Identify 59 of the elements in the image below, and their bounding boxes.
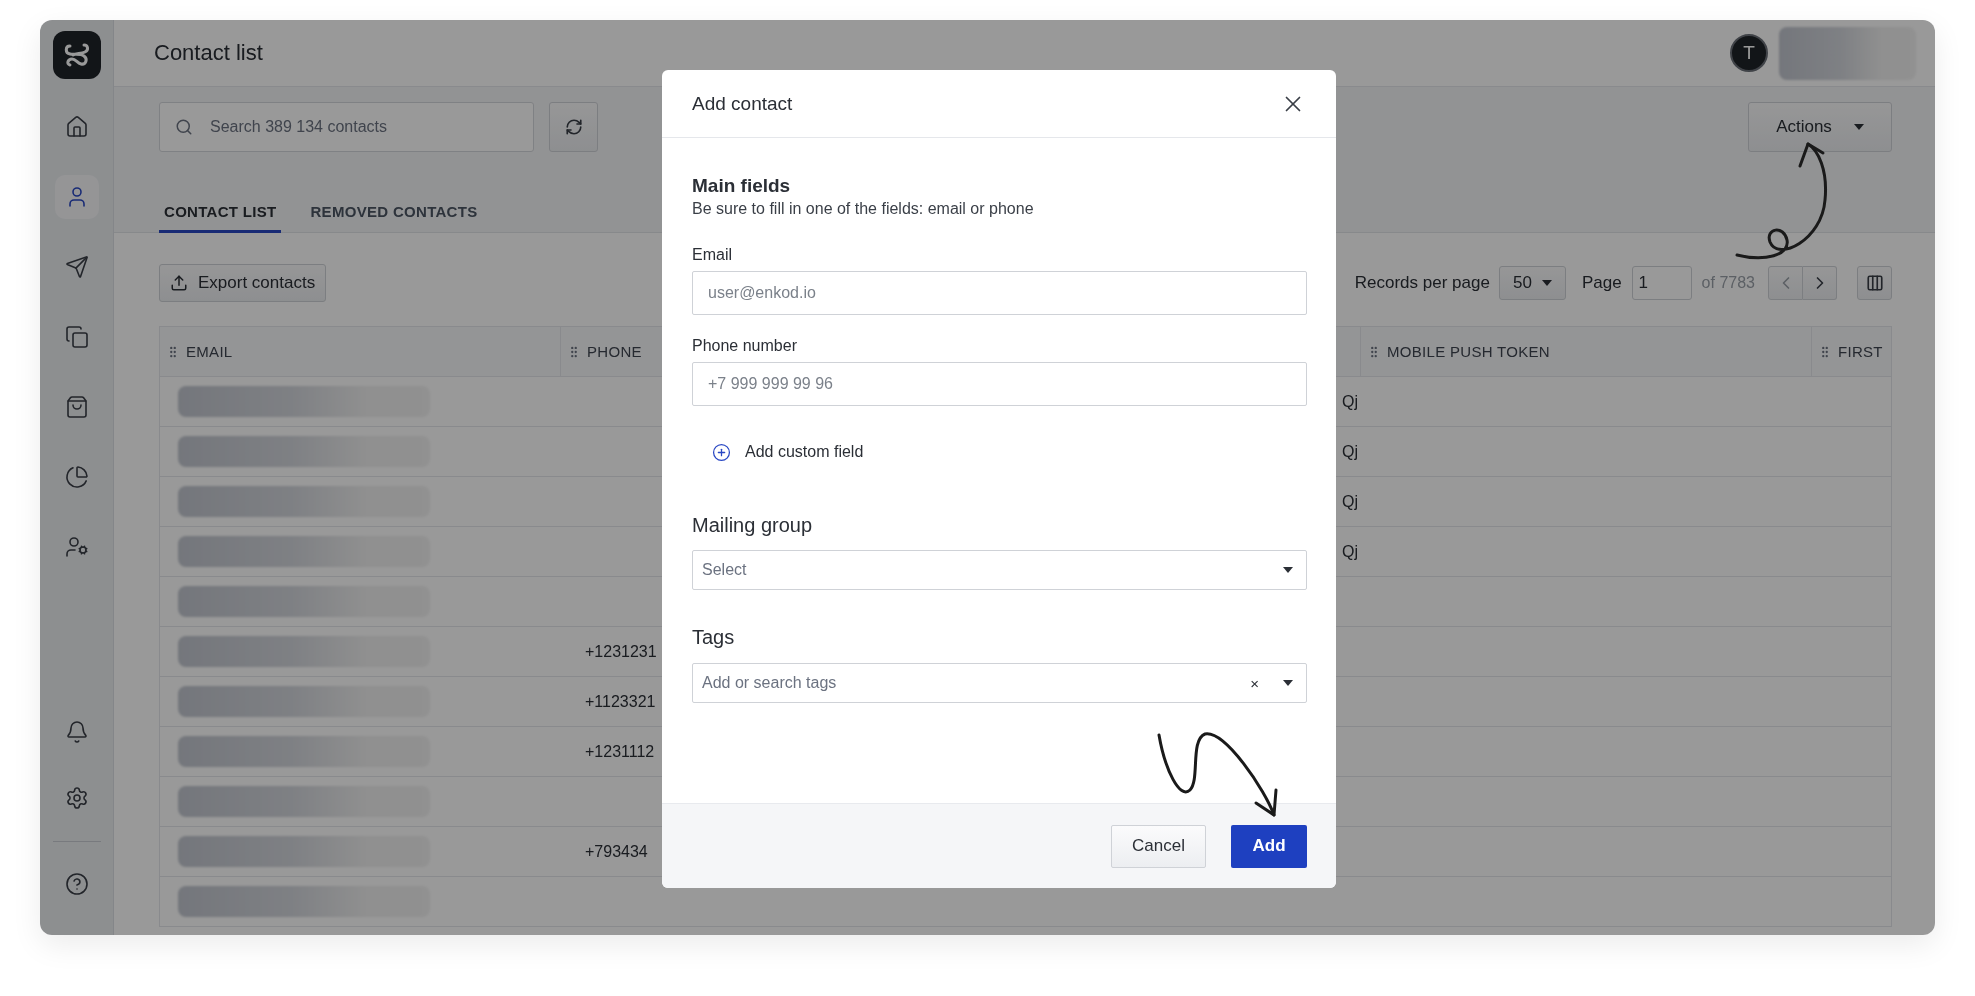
tab[interactable]: CONTACT LIST <box>159 190 282 233</box>
column-header[interactable]: EMAIL <box>160 327 561 377</box>
columns-button[interactable] <box>1857 266 1892 300</box>
search-field[interactable]: Search 389 134 contacts <box>159 102 534 152</box>
upload-icon <box>170 274 188 292</box>
export-button[interactable]: Export contacts <box>159 264 327 302</box>
column-header[interactable]: MOBILE PUSH TOKEN <box>1361 327 1812 377</box>
copy-icon <box>64 325 89 349</box>
user-gear-icon <box>64 535 89 559</box>
tags-field[interactable]: Add or search tags × <box>692 663 1307 703</box>
table-cell: +1123321 <box>585 692 656 711</box>
tab[interactable]: REMOVED CONTACTS <box>305 190 483 233</box>
bell-icon <box>64 720 89 744</box>
table-cell: Qj <box>1342 542 1358 561</box>
search-icon <box>175 118 193 136</box>
add-button[interactable]: Add <box>1231 824 1307 868</box>
add-custom-field-button[interactable]: Add custom field <box>692 440 864 464</box>
table-cell: +793434 <box>585 842 648 861</box>
select-field[interactable]: Select <box>692 550 1307 590</box>
page-label: Page <box>1581 273 1622 293</box>
refresh-icon <box>564 118 583 136</box>
plus-icon <box>712 442 731 462</box>
section-title: Main fields <box>692 174 792 198</box>
refresh-button[interactable] <box>549 102 598 152</box>
table-cell: +1231231 <box>585 642 657 661</box>
field-label: Tags <box>692 625 736 649</box>
page-total: of 7783 <box>1701 274 1755 292</box>
help-icon <box>64 872 89 896</box>
input-field[interactable]: +7 999 999 99 96 <box>692 362 1307 406</box>
caret-icon <box>1283 680 1293 686</box>
columns-icon <box>1865 274 1884 292</box>
records-label: Records per page <box>1354 273 1490 293</box>
field-label: Email <box>692 245 733 265</box>
logo-icon[interactable] <box>52 31 101 79</box>
caret-icon <box>1541 280 1552 286</box>
nav-item[interactable] <box>54 175 99 219</box>
shopping-bag-icon <box>64 395 89 419</box>
pie-chart-icon <box>64 465 89 489</box>
cancel-button[interactable]: Cancel <box>1111 824 1206 868</box>
section-hint: Be sure to fill in one of the fields: email or phone <box>692 199 1035 219</box>
caret-icon <box>1283 567 1293 573</box>
caret-icon <box>1853 124 1864 130</box>
field-label: Mailing group <box>692 513 814 537</box>
table-cell: Qj <box>1342 492 1358 511</box>
send-icon <box>64 255 89 279</box>
column-header[interactable]: FIRST <box>1812 327 1892 377</box>
table-cell: +1231112 <box>585 742 655 761</box>
table-cell: Qj <box>1342 392 1358 411</box>
input-field[interactable]: user@enkod.io <box>692 271 1307 315</box>
page-title: Contact list <box>154 40 264 66</box>
settings-icon <box>64 786 89 810</box>
home-icon <box>64 115 89 139</box>
table-cell: Qj <box>1342 442 1358 461</box>
page-input[interactable]: 1 <box>1631 266 1692 300</box>
actions-button[interactable]: Actions <box>1748 102 1892 152</box>
field-label: Phone number <box>692 336 798 356</box>
dialog-title: Add contact <box>692 92 793 115</box>
per-page-select[interactable]: 50 <box>1498 266 1566 300</box>
user-avatar[interactable]: T <box>1730 34 1768 72</box>
